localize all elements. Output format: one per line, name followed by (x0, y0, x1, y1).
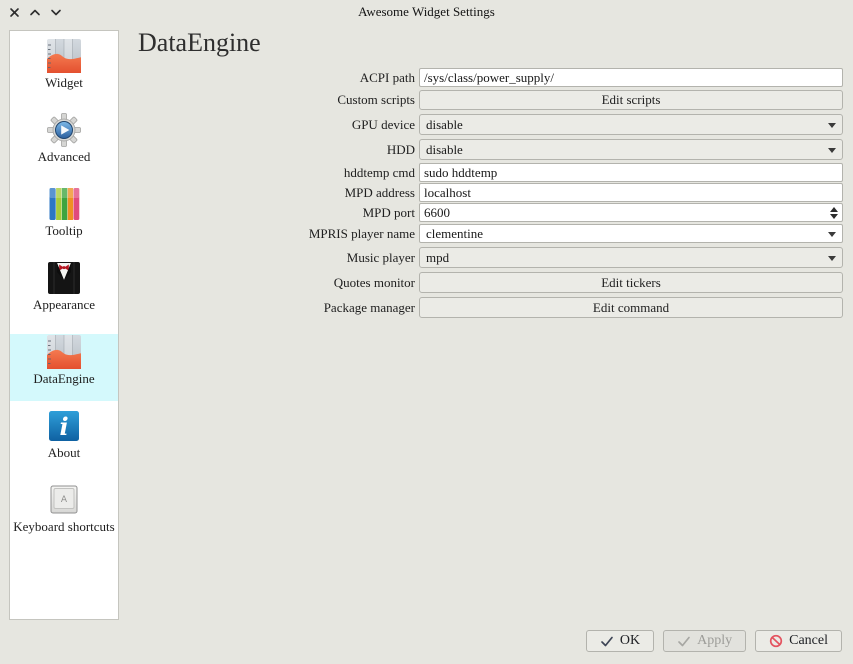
sidebar-item-label: DataEngine (10, 371, 118, 386)
sidebar-item-advanced[interactable]: Advanced (10, 112, 118, 179)
sidebar-item-label: Appearance (10, 297, 118, 312)
gear-icon (46, 112, 82, 148)
window-title: Awesome Widget Settings (0, 4, 853, 20)
check-icon (600, 635, 614, 648)
chevron-down-icon (828, 123, 836, 128)
mpris-player-name-combobox[interactable]: clementine (419, 224, 843, 243)
gpu-device-label: GPU device (138, 114, 419, 135)
chevron-down-icon (828, 148, 836, 153)
dialog-footer: OK Apply Cancel (586, 630, 842, 652)
svg-text:A: A (61, 495, 68, 505)
acpi-path-input[interactable] (419, 68, 843, 87)
check-icon (677, 635, 691, 648)
sidebar-item-label: Tooltip (10, 223, 118, 238)
ok-button[interactable]: OK (586, 630, 654, 652)
form-row: HDD disable (138, 139, 843, 160)
edit-command-button[interactable]: Edit command (419, 297, 843, 318)
form-row: Quotes monitor Edit tickers (138, 272, 843, 293)
form-row: Custom scripts Edit scripts (138, 90, 843, 110)
music-player-value: mpd (426, 250, 449, 266)
form-row: Music player mpd (138, 247, 843, 268)
chart-icon (46, 38, 82, 74)
chevron-down-icon (828, 256, 836, 261)
hdd-label: HDD (138, 139, 419, 160)
gpu-device-value: disable (426, 117, 463, 133)
edit-scripts-button[interactable]: Edit scripts (419, 90, 843, 110)
mpd-address-label: MPD address (138, 183, 419, 202)
form-row: ACPI path (138, 68, 843, 87)
mpris-player-name-value: clementine (426, 226, 483, 242)
info-icon: i (46, 408, 82, 444)
form-row: GPU device disable (138, 114, 843, 135)
tuxedo-icon (46, 260, 82, 296)
form-row: Package manager Edit command (138, 297, 843, 318)
edit-tickers-button[interactable]: Edit tickers (419, 272, 843, 293)
hdd-value: disable (426, 142, 463, 158)
chart-icon (46, 334, 82, 370)
mpd-address-input[interactable] (419, 183, 843, 202)
package-manager-label: Package manager (138, 297, 419, 318)
sidebar: Widget Advanced (9, 30, 119, 620)
sidebar-item-label: Keyboard shortcuts (10, 519, 118, 534)
page-title: DataEngine (138, 28, 261, 58)
music-player-label: Music player (138, 247, 419, 268)
music-player-dropdown[interactable]: mpd (419, 247, 843, 268)
apply-button[interactable]: Apply (663, 630, 746, 652)
sidebar-item-widget[interactable]: Widget (10, 38, 118, 105)
sidebar-item-label: Advanced (10, 149, 118, 164)
sidebar-item-appearance[interactable]: Appearance (10, 260, 118, 327)
sidebar-item-keyboard-shortcuts[interactable]: A Keyboard shortcuts (10, 482, 118, 549)
hddtemp-cmd-input[interactable] (419, 163, 843, 182)
ok-button-label: OK (620, 633, 640, 649)
mpd-port-spinbox[interactable] (419, 203, 843, 222)
form-row: MPD address (138, 183, 843, 202)
spinner-arrows[interactable] (830, 207, 838, 219)
sidebar-item-tooltip[interactable]: Tooltip (10, 186, 118, 253)
custom-scripts-label: Custom scripts (138, 90, 419, 110)
settings-form: ACPI path Custom scripts Edit scripts GP… (138, 68, 843, 318)
quotes-monitor-label: Quotes monitor (138, 272, 419, 293)
hdd-dropdown[interactable]: disable (419, 139, 843, 160)
form-row: MPD port (138, 203, 843, 222)
cancel-icon (769, 634, 783, 648)
color-stripes-icon (46, 186, 82, 222)
spin-up-icon[interactable] (830, 207, 838, 212)
sidebar-item-label: About (10, 445, 118, 460)
acpi-path-label: ACPI path (138, 68, 419, 87)
apply-button-label: Apply (697, 633, 732, 649)
svg-text:i: i (59, 412, 68, 441)
form-row: MPRIS player name clementine (138, 224, 843, 243)
mpris-player-name-label: MPRIS player name (138, 224, 419, 243)
gpu-device-dropdown[interactable]: disable (419, 114, 843, 135)
mpd-port-label: MPD port (138, 203, 419, 222)
sidebar-item-about[interactable]: i About (10, 408, 118, 475)
sidebar-item-dataengine[interactable]: DataEngine (10, 334, 118, 401)
hddtemp-cmd-label: hddtemp cmd (138, 163, 419, 182)
keyboard-key-icon: A (46, 482, 82, 518)
sidebar-item-label: Widget (10, 75, 118, 90)
spin-down-icon[interactable] (830, 214, 838, 219)
form-row: hddtemp cmd (138, 163, 843, 182)
chevron-down-icon (828, 232, 836, 237)
cancel-button-label: Cancel (789, 633, 828, 649)
cancel-button[interactable]: Cancel (755, 630, 842, 652)
